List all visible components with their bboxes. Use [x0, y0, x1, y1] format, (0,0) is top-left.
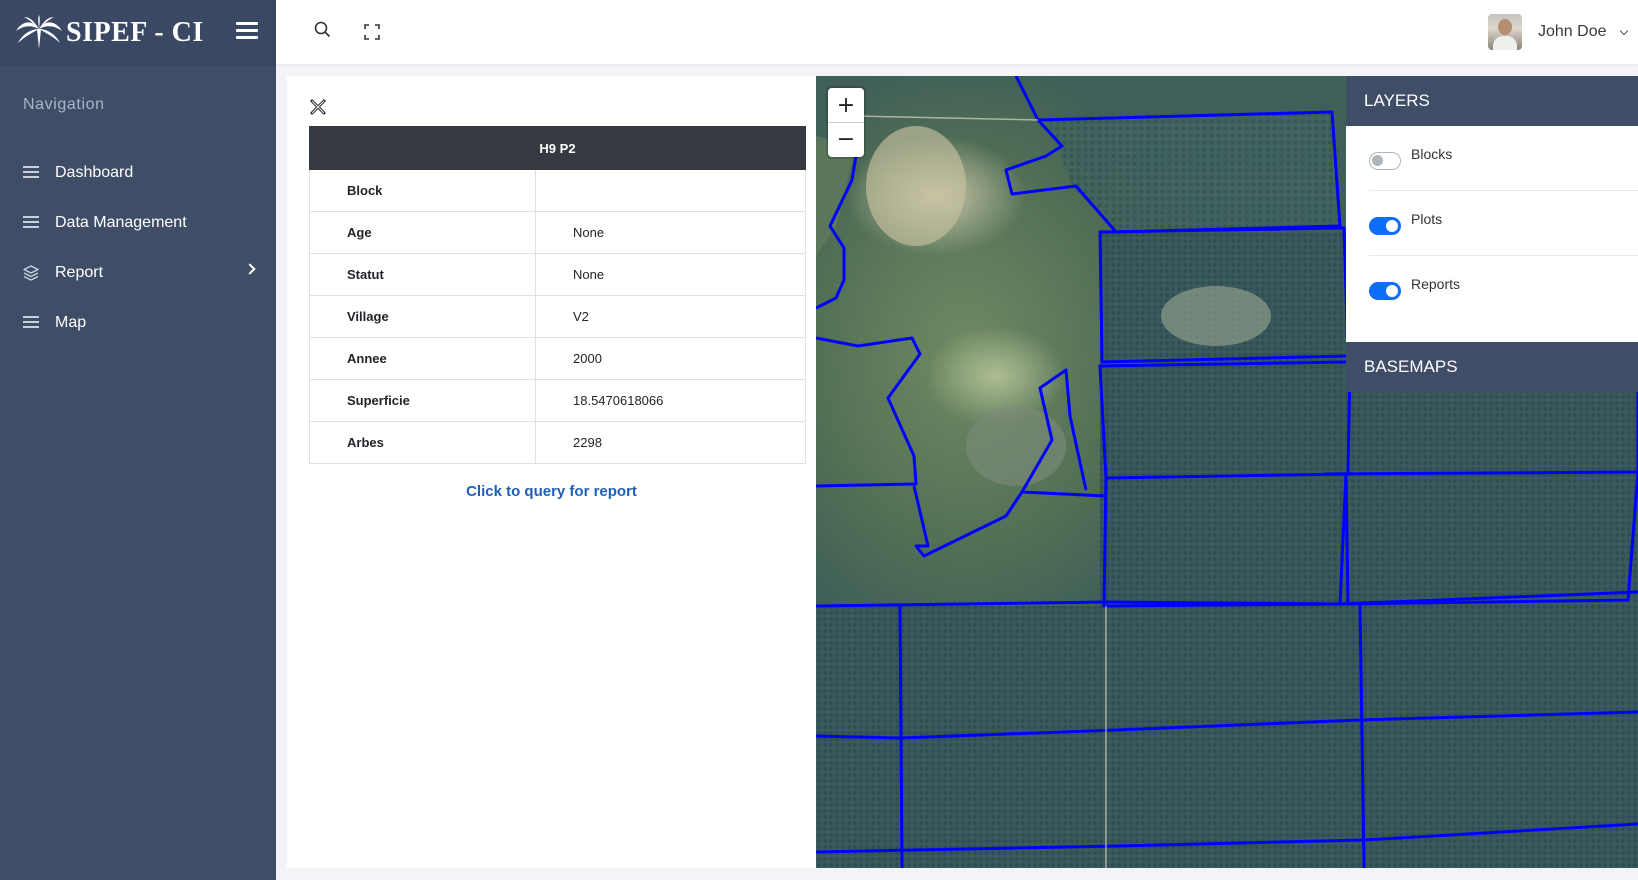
- sidebar-item-dashboard[interactable]: Dashboard: [0, 148, 276, 198]
- query-report-link[interactable]: Click to query for report: [287, 483, 816, 500]
- zoom-out-button[interactable]: −: [828, 122, 864, 156]
- chevron-down-icon[interactable]: [1619, 26, 1629, 36]
- sidebar-item-label: Dashboard: [55, 164, 134, 181]
- attr-key: Village: [309, 295, 536, 338]
- feature-info-panel: H9 P2 Block Age None Statut None Village V2…: [287, 76, 816, 868]
- sidebar-item-label: Report: [55, 264, 104, 281]
- sidebar-item-label: Data Management: [55, 214, 187, 231]
- nav-caption: Navigation: [23, 96, 105, 113]
- feature-title: H9 P2: [309, 126, 806, 170]
- sidebar-item-label: Map: [55, 314, 87, 331]
- sidebar: SIPEF - CI Navigation Dashboard Data Man…: [0, 0, 276, 880]
- layers-list: Blocks Plots Reports: [1346, 126, 1638, 336]
- attr-key: Superficie: [309, 379, 536, 422]
- layer-label: Plots: [1411, 211, 1443, 227]
- attr-value: None: [535, 211, 806, 254]
- palm-logo-icon: [16, 15, 62, 49]
- zoom-controls: + −: [828, 88, 864, 157]
- attr-value: 2298: [535, 421, 806, 464]
- top-header: John Doe: [276, 0, 1638, 64]
- table-row: Superficie 18.5470618066: [309, 379, 806, 422]
- brand-name: SIPEF - CI: [66, 17, 204, 48]
- attr-key: Statut: [309, 253, 536, 296]
- table-row: Annee 2000: [309, 337, 806, 380]
- menu-toggle-icon[interactable]: [236, 22, 258, 40]
- layer-label: Reports: [1411, 276, 1461, 292]
- sidebar-item-report[interactable]: Report: [0, 248, 276, 298]
- search-icon[interactable]: [314, 21, 331, 38]
- sidebar-item-map[interactable]: Map: [0, 298, 276, 348]
- attr-key: Arbes: [309, 421, 536, 464]
- layers-title: LAYERS: [1346, 76, 1638, 126]
- attr-value: [535, 169, 806, 212]
- user-name: John Doe: [1538, 23, 1607, 40]
- fullscreen-icon[interactable]: [364, 24, 380, 40]
- layers-panel: LAYERS Blocks Plots Reports BASEMAPS: [1346, 76, 1638, 392]
- layers-icon: [23, 265, 39, 281]
- layer-label: Blocks: [1411, 146, 1453, 162]
- plots-toggle[interactable]: [1369, 217, 1401, 235]
- layer-item-plots: Plots: [1369, 191, 1638, 256]
- table-row: Block: [309, 169, 806, 212]
- attr-value: 18.5470618066: [535, 379, 806, 422]
- table-row: Village V2: [309, 295, 806, 338]
- attr-key: Block: [309, 169, 536, 212]
- avatar: [1488, 14, 1522, 50]
- attr-key: Annee: [309, 337, 536, 380]
- list-icon: [23, 166, 39, 180]
- attr-value: V2: [535, 295, 806, 338]
- chevron-right-icon: [244, 263, 256, 275]
- attr-value: None: [535, 253, 806, 296]
- layer-item-reports: Reports: [1369, 256, 1638, 321]
- attr-value: 2000: [535, 337, 806, 380]
- sidebar-item-data-management[interactable]: Data Management: [0, 198, 276, 248]
- blocks-toggle[interactable]: [1369, 152, 1401, 170]
- close-icon[interactable]: [309, 98, 327, 116]
- feature-attributes-table: H9 P2 Block Age None Statut None Village V2…: [309, 126, 806, 464]
- reports-toggle[interactable]: [1369, 282, 1401, 300]
- list-icon: [23, 216, 39, 230]
- table-row: Arbes 2298: [309, 421, 806, 464]
- table-row: Statut None: [309, 253, 806, 296]
- layer-item-blocks: Blocks: [1369, 126, 1638, 191]
- attr-key: Age: [309, 211, 536, 254]
- list-icon: [23, 316, 39, 330]
- zoom-in-button[interactable]: +: [828, 88, 864, 122]
- basemaps-title[interactable]: BASEMAPS: [1346, 342, 1638, 392]
- brand[interactable]: SIPEF - CI: [0, 0, 276, 66]
- table-row: Age None: [309, 211, 806, 254]
- user-menu[interactable]: John Doe: [1488, 14, 1607, 50]
